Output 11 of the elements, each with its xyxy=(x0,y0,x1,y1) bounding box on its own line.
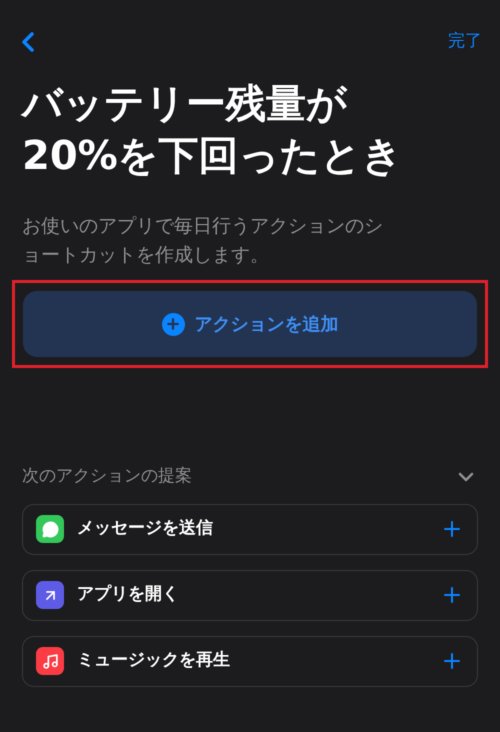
suggestion-row[interactable]: アプリを開く xyxy=(22,570,478,620)
page-title: バッテリー残量が20%を下回ったとき xyxy=(22,80,404,181)
section-header: 次のアクションの提案 xyxy=(22,465,192,488)
suggestion-label: アプリを開く xyxy=(77,583,180,606)
description-text: お使いのアプリで毎日行うアクションのショートカットを作成します。 xyxy=(22,214,384,268)
suggestion-label: ミュージックを再生 xyxy=(77,649,231,672)
done-button[interactable]: 完了 xyxy=(448,29,482,55)
suggestion-row[interactable]: ミュージックを再生 xyxy=(22,636,478,686)
suggestion-label: メッセージを送信 xyxy=(77,517,214,540)
suggestion-row[interactable]: メッセージを送信 xyxy=(22,504,478,554)
add-action-button[interactable]: アクションを追加 xyxy=(23,291,477,357)
